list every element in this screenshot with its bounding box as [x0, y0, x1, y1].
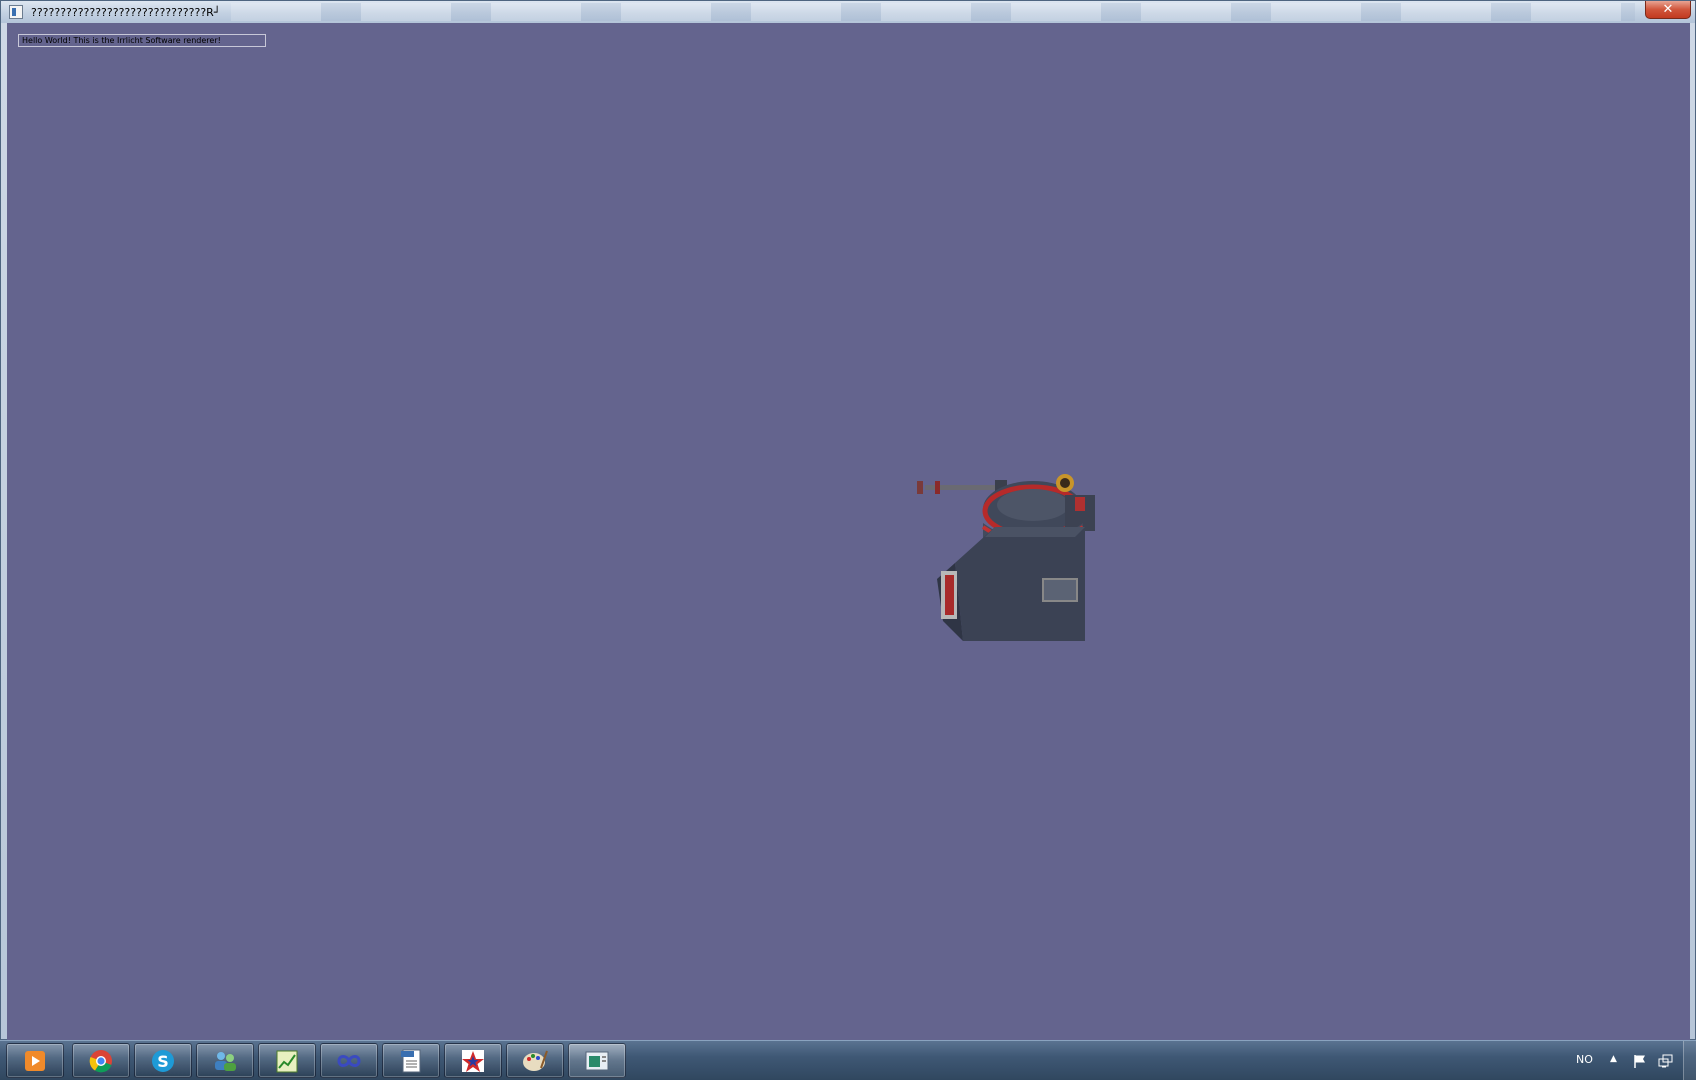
show-desktop-button[interactable]: [1683, 1041, 1696, 1080]
taskbar-infinity-app-button[interactable]: [320, 1043, 378, 1078]
taskbar-star-app-button[interactable]: [444, 1043, 502, 1078]
show-hidden-icons-chevron-icon[interactable]: ▲: [1610, 1054, 1617, 1064]
network-icon[interactable]: [1658, 1053, 1674, 1069]
chart-app-icon: [276, 1050, 298, 1073]
render-viewport[interactable]: Hello World! This is the Irrlicht Softwa…: [7, 23, 1690, 1041]
title-bar[interactable]: ??????????????????????????????R┘ ✕: [1, 1, 1695, 23]
overlay-text-label: Hello World! This is the Irrlicht Softwa…: [18, 34, 266, 47]
taskbar-skype-button[interactable]: S: [134, 1043, 192, 1078]
turret-model-icon: [917, 474, 1095, 641]
media-player-icon: [25, 1051, 45, 1071]
irrlicht-window-icon: [585, 1051, 609, 1071]
app-window-icon[interactable]: [9, 5, 23, 19]
taskbar-chrome-button[interactable]: [72, 1043, 130, 1078]
language-indicator[interactable]: NO: [1576, 1053, 1593, 1066]
desktop-screen: ??????????????????????????????R┘ ✕ Hello…: [0, 0, 1696, 1080]
infinity-app-icon: [337, 1055, 361, 1067]
skype-icon: S: [152, 1050, 174, 1072]
taskbar-contacts-button[interactable]: [196, 1043, 254, 1078]
taskbar: S NO ▲: [0, 1040, 1696, 1080]
taskbar-paint-button[interactable]: [506, 1043, 564, 1078]
contacts-icon: [215, 1052, 236, 1071]
odf-document-icon: [401, 1049, 421, 1073]
action-center-flag-icon[interactable]: [1632, 1053, 1648, 1069]
title-bar-decoration: [231, 3, 1635, 21]
taskbar-chart-app-button[interactable]: [258, 1043, 316, 1078]
paint-icon: [523, 1050, 548, 1071]
taskbar-irrlicht-window-button[interactable]: [568, 1043, 626, 1078]
irrlicht-window: ??????????????????????????????R┘ ✕ Hello…: [0, 0, 1696, 1041]
close-button[interactable]: ✕: [1645, 1, 1691, 19]
chrome-icon: [89, 1050, 112, 1073]
taskbar-odf-document-button[interactable]: [382, 1043, 440, 1078]
window-title: ??????????????????????????????R┘: [31, 5, 221, 19]
star-app-icon: [462, 1050, 484, 1072]
taskbar-media-player-button[interactable]: [6, 1043, 64, 1078]
system-tray: NO ▲: [1576, 1041, 1696, 1080]
svg-text:S: S: [157, 1052, 169, 1071]
